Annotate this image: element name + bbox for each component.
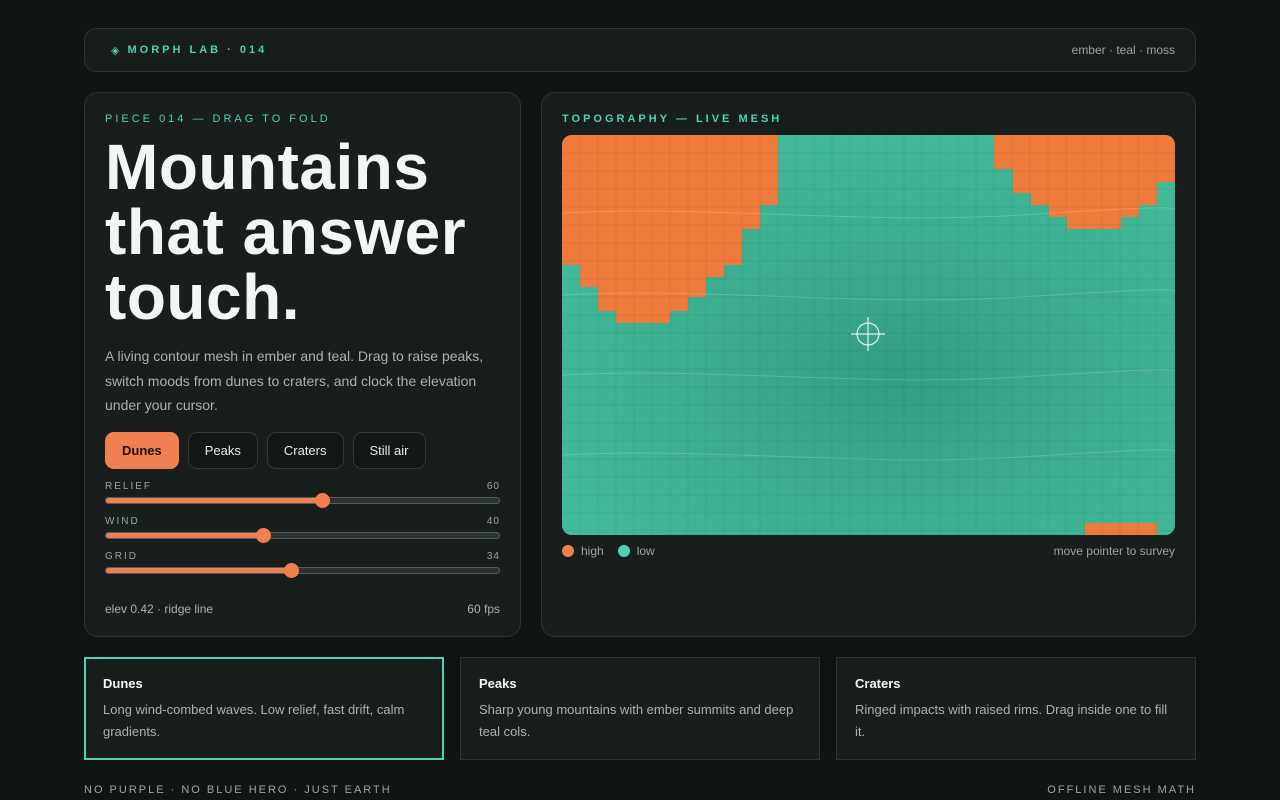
palette-label: ember · teal · moss — [1071, 43, 1175, 57]
legend-item-high: high — [562, 544, 604, 558]
slider-value: 40 — [486, 515, 500, 527]
legend-item-low: low — [617, 544, 655, 558]
fps-counter: 60 fps — [467, 602, 500, 616]
mode-switcher: Dunes Peaks Craters Still air — [105, 431, 500, 469]
mode-card-craters[interactable]: Craters Ringed impacts with raised rims.… — [836, 657, 1196, 760]
footer: NO PURPLE · NO BLUE HERO · JUST EARTH OF… — [84, 784, 1196, 796]
mesh-legend: high low move pointer to survey — [562, 544, 1175, 558]
mesh-panel: TOPOGRAPHY — LIVE MESH high low move poi… — [541, 92, 1196, 637]
slider-value: 60 — [486, 480, 500, 492]
footer-status: OFFLINE MESH MATH — [1047, 784, 1196, 796]
slider-fill — [106, 532, 264, 538]
brand: ◈ MORPH LAB · 014 — [111, 44, 267, 57]
legend-label: high — [581, 544, 604, 558]
mesh-eyebrow: TOPOGRAPHY — LIVE MESH — [562, 113, 783, 125]
card-title: Peaks — [479, 676, 517, 691]
card-text: Ringed impacts with raised rims. Drag in… — [855, 702, 1168, 739]
hero-title: Mountains that answer touch. — [105, 135, 500, 330]
slider-fill — [106, 497, 323, 503]
relief-slider-thumb[interactable] — [315, 492, 331, 508]
legend-swatch-high — [562, 545, 574, 557]
mode-card-peaks[interactable]: Peaks Sharp young mountains with ember s… — [460, 657, 820, 760]
brand-label: MORPH LAB · 014 — [127, 44, 268, 56]
legend-label: low — [636, 544, 655, 558]
wind-slider-thumb[interactable] — [256, 527, 272, 543]
slider-relief: RELIEF 60 — [105, 480, 500, 508]
mode-button-peaks[interactable]: Peaks — [187, 431, 258, 469]
card-title: Craters — [855, 676, 901, 691]
slider-value: 34 — [486, 550, 500, 562]
intro-eyebrow: PIECE 014 — DRAG TO FOLD — [105, 113, 331, 125]
mode-button-still-air[interactable]: Still air — [352, 431, 426, 469]
top-bar: ◈ MORPH LAB · 014 ember · teal · moss — [84, 28, 1196, 72]
elevation-readout: elev 0.42 · ridge line — [105, 602, 214, 616]
relief-slider-track[interactable] — [105, 492, 500, 508]
mode-card-dunes[interactable]: Dunes Long wind-combed waves. Low relief… — [84, 657, 444, 760]
slider-label: RELIEF — [105, 480, 153, 492]
status-line: elev 0.42 · ridge line 60 fps — [105, 602, 500, 616]
hero-title-line: Mountains — [105, 131, 430, 203]
wind-slider-track[interactable] — [105, 527, 500, 543]
card-title: Dunes — [103, 676, 143, 691]
grid-slider-thumb[interactable] — [283, 562, 299, 578]
topography-mesh-canvas[interactable] — [562, 135, 1175, 535]
intro-description: A living contour mesh in ember and teal.… — [105, 348, 484, 413]
hero-title-line: touch. — [105, 261, 300, 333]
slider-fill — [106, 567, 291, 573]
mode-button-dunes[interactable]: Dunes — [105, 431, 179, 469]
card-text: Long wind-combed waves. Low relief, fast… — [103, 702, 405, 739]
mode-button-craters[interactable]: Craters — [266, 431, 344, 469]
footer-tagline: NO PURPLE · NO BLUE HERO · JUST EARTH — [84, 784, 392, 796]
card-text: Sharp young mountains with ember summits… — [479, 702, 794, 739]
diamond-icon: ◈ — [111, 44, 120, 57]
slider-wind: WIND 40 — [105, 515, 500, 543]
hero-title-line: that answer — [105, 196, 467, 268]
mesh-drawing — [562, 135, 1175, 535]
grid-slider-track[interactable] — [105, 562, 500, 578]
slider-grid: GRID 34 — [105, 550, 500, 578]
slider-label: WIND — [105, 515, 140, 527]
intro-panel: PIECE 014 — DRAG TO FOLD Mountains that … — [84, 92, 521, 637]
survey-hint: move pointer to survey — [1053, 544, 1175, 558]
ember-patch-southeast — [1085, 523, 1157, 535]
slider-label: GRID — [105, 550, 138, 562]
legend-swatch-low — [617, 545, 630, 557]
